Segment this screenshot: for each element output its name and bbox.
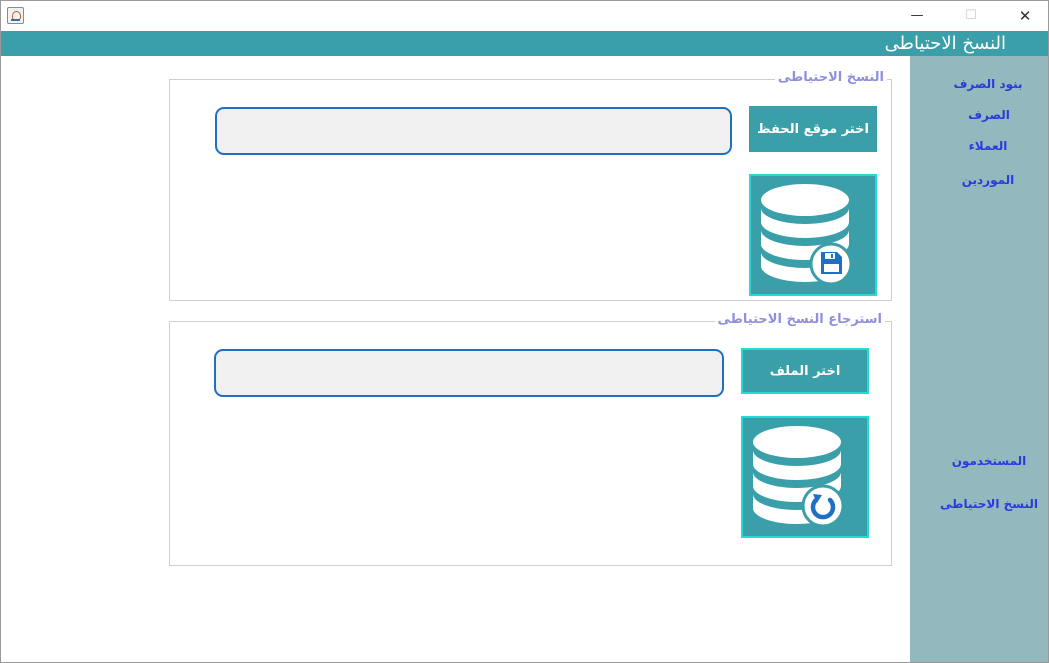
header-bar: النسخ الاحتياطى: [1, 31, 1048, 56]
restore-group: استرجاع النسخ الاحتياطى اختر الملف: [169, 312, 892, 566]
backup-group: النسخ الاحتياطى اختر موقع الحفظ: [169, 70, 892, 301]
sidebar-item-users[interactable]: المستخدمون: [919, 454, 1048, 468]
page-title: النسخ الاحتياطى: [884, 33, 1006, 54]
app-window: — ☐ ✕ النسخ الاحتياطى النسخ الاحتياطى اخ…: [0, 0, 1049, 663]
maximize-button[interactable]: ☐: [948, 1, 994, 31]
sidebar-item-customers[interactable]: العملاء: [918, 139, 1048, 153]
sidebar-item-backup[interactable]: النسخ الاحتياطى: [919, 497, 1048, 511]
choose-file-button[interactable]: اختر الملف: [741, 348, 869, 394]
restore-button[interactable]: [741, 416, 869, 538]
close-button[interactable]: ✕: [1002, 1, 1048, 31]
sidebar-item-expense-categories[interactable]: بنود الصرف: [918, 77, 1048, 91]
backup-path-input[interactable]: [215, 107, 732, 155]
restore-group-title: استرجاع النسخ الاحتياطى: [714, 312, 885, 327]
database-restore-icon: [753, 426, 845, 528]
backup-group-title: النسخ الاحتياطى: [774, 70, 887, 85]
choose-save-location-button[interactable]: اختر موقع الحفظ: [749, 106, 877, 152]
backup-button[interactable]: [749, 174, 877, 296]
restore-file-input[interactable]: [214, 349, 724, 397]
java-app-icon: [7, 7, 24, 24]
sidebar: بنود الصرف الصرف العملاء الموردين المستخ…: [910, 56, 1048, 662]
sidebar-item-suppliers[interactable]: الموردين: [918, 173, 1048, 187]
database-save-icon: [761, 184, 853, 286]
title-bar: — ☐ ✕: [1, 1, 1048, 31]
minimize-button[interactable]: —: [894, 1, 940, 31]
sidebar-item-expenses[interactable]: الصرف: [919, 108, 1048, 122]
